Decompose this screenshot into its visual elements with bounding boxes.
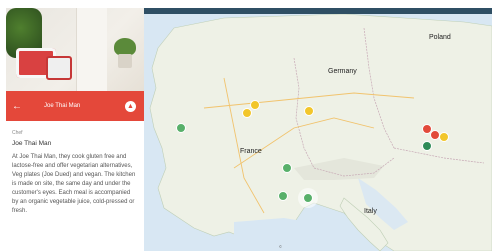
map-view[interactable]: Germany France Italy Poland © bbox=[144, 8, 492, 251]
country-label-italy: Italy bbox=[364, 208, 377, 215]
map-canvas[interactable] bbox=[144, 8, 492, 251]
map-marker[interactable] bbox=[282, 163, 292, 173]
country-label-germany: Germany bbox=[328, 68, 357, 75]
restaurant-photo bbox=[6, 8, 144, 91]
restaurant-info: Chef Joe Thai Man At Joe Thai Man, they … bbox=[12, 130, 138, 216]
map-marker[interactable] bbox=[278, 191, 288, 201]
country-label-france: France bbox=[240, 148, 262, 155]
map-attribution: © bbox=[279, 244, 282, 249]
map-marker[interactable] bbox=[303, 193, 313, 203]
section-label: Chef bbox=[12, 130, 23, 136]
left-panel: ← Joe Thai Man ▲ Chef Joe Thai Man At Jo… bbox=[6, 8, 144, 251]
pot-decoration bbox=[118, 54, 132, 68]
map-marker[interactable] bbox=[439, 132, 449, 142]
map-marker[interactable] bbox=[250, 100, 260, 110]
shelf-decoration bbox=[76, 8, 107, 91]
restaurant-description: At Joe Thai Man, they cook gluten free a… bbox=[12, 154, 136, 214]
food-container bbox=[46, 56, 72, 80]
restaurant-name: Joe Thai Man bbox=[12, 140, 52, 147]
map-marker[interactable] bbox=[176, 123, 186, 133]
map-marker[interactable] bbox=[422, 141, 432, 151]
panel-title: Joe Thai Man bbox=[44, 103, 81, 109]
country-label-poland: Poland bbox=[429, 34, 451, 41]
arrow-left-icon[interactable]: ← bbox=[12, 101, 22, 112]
map-toolbar bbox=[144, 8, 492, 14]
map-marker[interactable] bbox=[242, 108, 252, 118]
route-icon[interactable]: ▲ bbox=[125, 101, 136, 112]
map-marker[interactable] bbox=[304, 106, 314, 116]
panel-header: ← Joe Thai Man ▲ bbox=[6, 91, 144, 121]
